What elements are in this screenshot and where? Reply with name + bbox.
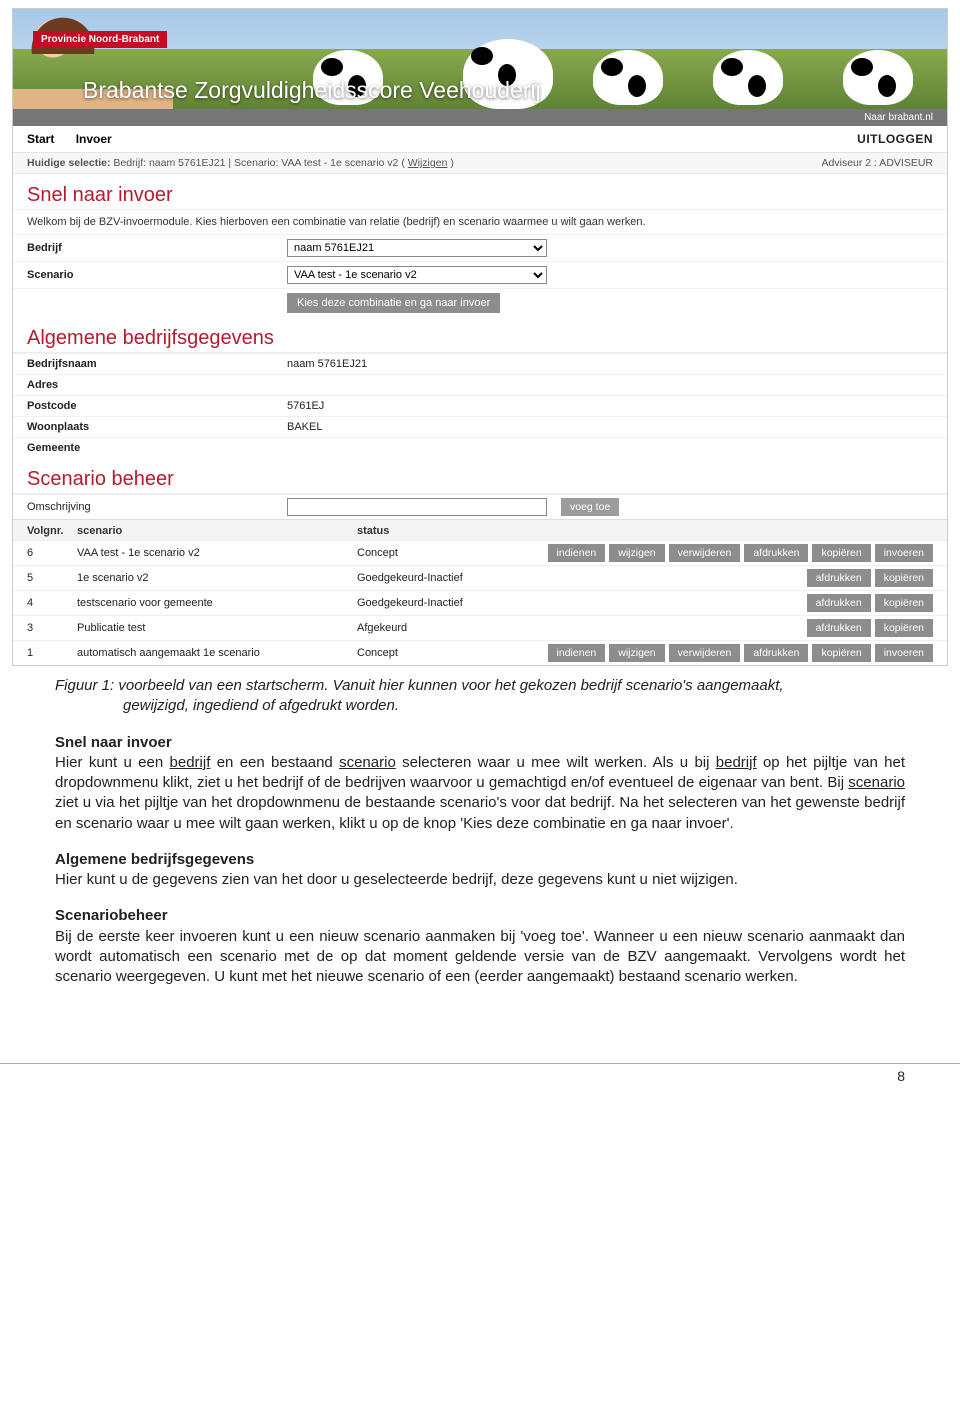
cell-volgnr: 6 (27, 547, 77, 559)
field-label: Gemeente (27, 442, 287, 454)
selection-label: Huidige selectie: (27, 157, 110, 169)
scenario-row: 3Publicatie testAfgekeurd afdrukkenkopiër… (13, 615, 947, 640)
doc-h3: Scenariobeheer (55, 907, 168, 924)
field-value: naam 5761EJ21 (287, 358, 367, 370)
action-kopiëren[interactable]: kopiëren (812, 544, 870, 562)
scenario-table-header: Volgnr. scenario status (13, 519, 947, 540)
field-label: Postcode (27, 400, 287, 412)
scenario-heading: Scenario beheer (13, 458, 947, 494)
action-kopiëren[interactable]: kopiëren (812, 644, 870, 662)
field-label: Woonplaats (27, 421, 287, 433)
action-afdrukken[interactable]: afdrukken (807, 594, 871, 612)
main-nav: Start Invoer UITLOGGEN (13, 126, 947, 153)
cell-scenario: Publicatie test (77, 622, 357, 634)
cell-scenario: automatisch aangemaakt 1e scenario (77, 647, 357, 659)
selection-value: Bedrijf: naam 5761EJ21 | Scenario: VAA t… (113, 157, 404, 169)
cell-status: Goedgekeurd-Inactief (357, 597, 507, 609)
bedrijf-row: Bedrijfsnaamnaam 5761EJ21 (13, 353, 947, 374)
document-body: Figuur 1: voorbeeld van een startscherm.… (0, 666, 960, 1033)
field-label: Bedrijfsnaam (27, 358, 287, 370)
action-verwijderen[interactable]: verwijderen (669, 644, 741, 662)
snel-heading: Snel naar invoer (13, 174, 947, 210)
field-value: 5761EJ (287, 400, 324, 412)
cell-scenario: 1e scenario v2 (77, 572, 357, 584)
action-kopiëren[interactable]: kopiëren (875, 569, 933, 587)
cell-volgnr: 4 (27, 597, 77, 609)
scenario-row: 4testscenario voor gemeenteGoedgekeurd-I… (13, 590, 947, 615)
bedrijf-select[interactable]: naam 5761EJ21 (287, 239, 547, 257)
cell-status: Goedgekeurd-Inactief (357, 572, 507, 584)
col-scenario: scenario (77, 525, 357, 537)
action-kopiëren[interactable]: kopiëren (875, 619, 933, 637)
action-wijzigen[interactable]: wijzigen (609, 644, 664, 662)
action-afdrukken[interactable]: afdrukken (744, 544, 808, 562)
nav-invoer[interactable]: Invoer (76, 132, 112, 146)
nav-logout[interactable]: UITLOGGEN (857, 132, 933, 146)
doc-h2: Algemene bedrijfsgegevens (55, 851, 254, 868)
omschrijving-label: Omschrijving (27, 501, 287, 513)
cell-scenario: testscenario voor gemeente (77, 597, 357, 609)
figure-caption: Figuur 1: voorbeeld van een startscherm.… (55, 676, 905, 717)
action-afdrukken[interactable]: afdrukken (807, 619, 871, 637)
scenario-row: 1automatisch aangemaakt 1e scenarioConce… (13, 640, 947, 665)
field-value: BAKEL (287, 421, 322, 433)
cell-status: Afgekeurd (357, 622, 507, 634)
voegtoe-button[interactable]: voeg toe (561, 498, 619, 516)
app-screenshot: Provincie Noord-Brabant Brabantse Zorgvu… (12, 8, 948, 666)
action-afdrukken[interactable]: afdrukken (744, 644, 808, 662)
scenario-select[interactable]: VAA test - 1e scenario v2 (287, 266, 547, 284)
brabant-link[interactable]: Naar brabant.nl (864, 112, 933, 123)
header-banner: Provincie Noord-Brabant Brabantse Zorgvu… (13, 9, 947, 109)
action-invoeren[interactable]: invoeren (875, 544, 933, 562)
field-label: Adres (27, 379, 287, 391)
cell-status: Concept (357, 547, 507, 559)
go-invoer-button[interactable]: Kies deze combinatie en ga naar invoer (287, 293, 500, 313)
selection-wijzigen-link[interactable]: Wijzigen (408, 157, 448, 169)
scenario-row: 51e scenario v2Goedgekeurd-Inactief afdru… (13, 565, 947, 590)
bedrijf-row: Gemeente (13, 437, 947, 458)
col-volgnr: Volgnr. (27, 525, 77, 537)
top-link-bar: Naar brabant.nl (13, 109, 947, 126)
action-afdrukken[interactable]: afdrukken (807, 569, 871, 587)
bedrijf-row: Postcode5761EJ (13, 395, 947, 416)
selection-bar: Huidige selectie: Bedrijf: naam 5761EJ21… (13, 153, 947, 174)
col-status: status (357, 525, 507, 537)
banner-title: Brabantse Zorgvuldigheidsscore Veehouder… (83, 77, 947, 104)
bedrijf-row: WoonplaatsBAKEL (13, 416, 947, 437)
bedrijf-label: Bedrijf (27, 242, 287, 254)
page-number: 8 (0, 1063, 960, 1096)
scenario-row: 6VAA test - 1e scenario v2Concept indiene… (13, 540, 947, 565)
selection-user: Adviseur 2 : ADVISEUR (822, 157, 933, 169)
action-indienen[interactable]: indienen (548, 644, 606, 662)
scenario-label: Scenario (27, 269, 287, 281)
nav-start[interactable]: Start (27, 132, 54, 146)
action-indienen[interactable]: indienen (548, 544, 606, 562)
bedrijf-row: Adres (13, 374, 947, 395)
action-wijzigen[interactable]: wijzigen (609, 544, 664, 562)
omschrijving-input[interactable] (287, 498, 547, 516)
action-kopiëren[interactable]: kopiëren (875, 594, 933, 612)
cell-volgnr: 1 (27, 647, 77, 659)
cell-volgnr: 3 (27, 622, 77, 634)
bedrijf-heading: Algemene bedrijfsgegevens (13, 317, 947, 353)
cell-status: Concept (357, 647, 507, 659)
doc-h1: Snel naar invoer (55, 734, 172, 751)
cell-volgnr: 5 (27, 572, 77, 584)
cell-scenario: VAA test - 1e scenario v2 (77, 547, 357, 559)
province-tag: Provincie Noord-Brabant (33, 31, 167, 48)
action-invoeren[interactable]: invoeren (875, 644, 933, 662)
action-verwijderen[interactable]: verwijderen (669, 544, 741, 562)
snel-intro: Welkom bij de BZV-invoermodule. Kies hie… (13, 210, 947, 234)
